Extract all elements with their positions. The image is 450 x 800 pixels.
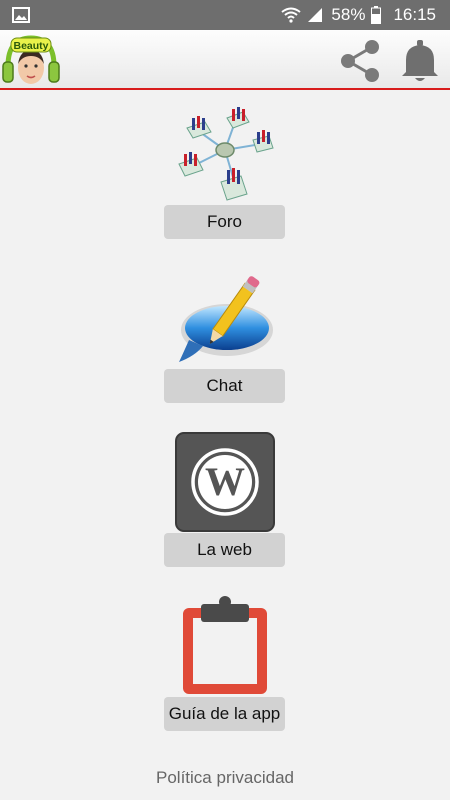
guia-button[interactable]: Guía de la app: [164, 697, 285, 731]
logo-text: Beauty: [13, 40, 48, 52]
status-bar: 58% 16:15: [0, 0, 450, 30]
wordpress-icon[interactable]: W: [175, 432, 275, 532]
bell-icon[interactable]: [398, 38, 442, 84]
battery-percent: 58%: [331, 5, 366, 24]
clock: 16:15: [393, 5, 436, 24]
app-logo[interactable]: Beauty: [2, 32, 60, 90]
la-web-button[interactable]: La web: [164, 533, 285, 567]
svg-text:W: W: [205, 459, 245, 504]
signal-icon: [308, 8, 323, 22]
network-icon[interactable]: [175, 104, 275, 204]
chat-pencil-icon[interactable]: [175, 268, 275, 368]
clipboard-icon[interactable]: [175, 596, 275, 696]
image-icon: [12, 7, 30, 23]
share-icon[interactable]: [336, 38, 384, 84]
chat-button[interactable]: Chat: [164, 369, 285, 403]
wifi-icon: [281, 7, 302, 23]
privacy-policy-link[interactable]: Política privacidad: [0, 768, 450, 788]
battery-icon: [371, 6, 382, 24]
app-bar: Beauty: [0, 30, 450, 90]
foro-button[interactable]: Foro: [164, 205, 285, 239]
